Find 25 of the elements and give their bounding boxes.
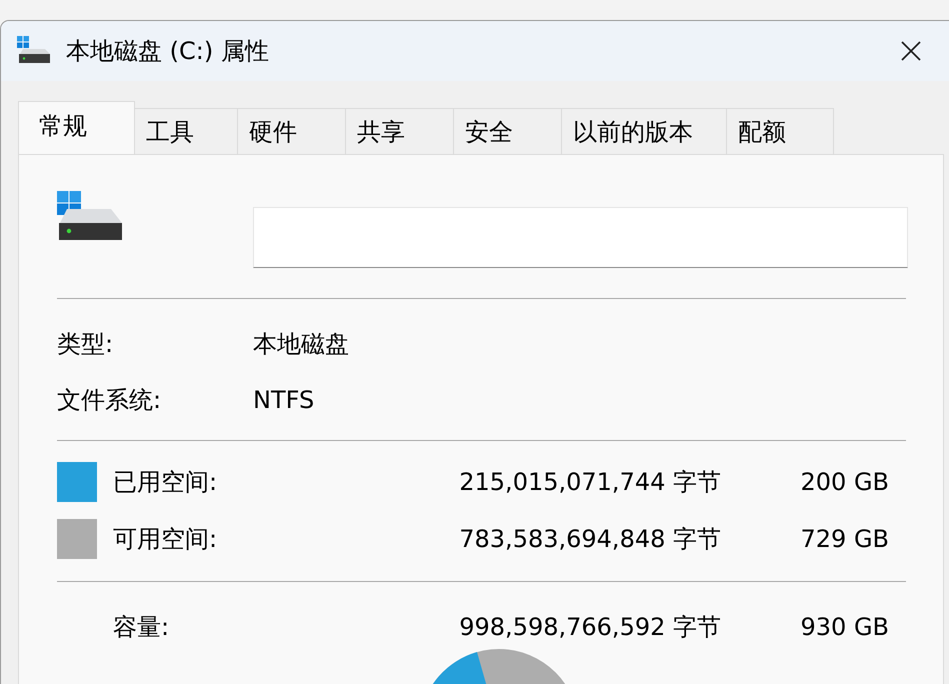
info-value: 本地磁盘 — [253, 329, 349, 360]
space-label: 已用空间: — [113, 466, 218, 498]
info-label: 类型: — [57, 329, 114, 360]
tab[interactable]: 共享 — [346, 108, 454, 154]
tab[interactable]: 硬件 — [238, 108, 346, 154]
tab[interactable]: 以前的版本 — [562, 108, 727, 154]
capacity-label: 容量: — [113, 612, 170, 643]
drive-icon — [57, 191, 123, 241]
info-value: NTFS — [253, 385, 314, 416]
space-label: 可用空间: — [113, 524, 218, 554]
size-value: 930 GB — [800, 612, 889, 643]
name-field[interactable] — [253, 207, 908, 268]
info-label: 文件系统: — [57, 385, 162, 416]
close-icon[interactable] — [900, 40, 922, 62]
tab[interactable]: 配额 — [727, 108, 834, 154]
size-value: 200 GB — [800, 466, 889, 498]
tab[interactable]: 安全 — [454, 108, 562, 154]
tab[interactable]: 工具 — [135, 108, 238, 154]
byte-count: 998,598,766,592 字节 — [459, 612, 721, 643]
window-title: 本地磁盘 (C:) 属性 — [66, 36, 269, 67]
tab[interactable]: 常规 — [18, 101, 135, 154]
byte-count: 783,583,694,848 字节 — [459, 524, 721, 554]
size-value: 729 GB — [800, 524, 889, 554]
drive-icon — [17, 36, 51, 66]
byte-count: 215,015,071,744 字节 — [459, 466, 721, 498]
